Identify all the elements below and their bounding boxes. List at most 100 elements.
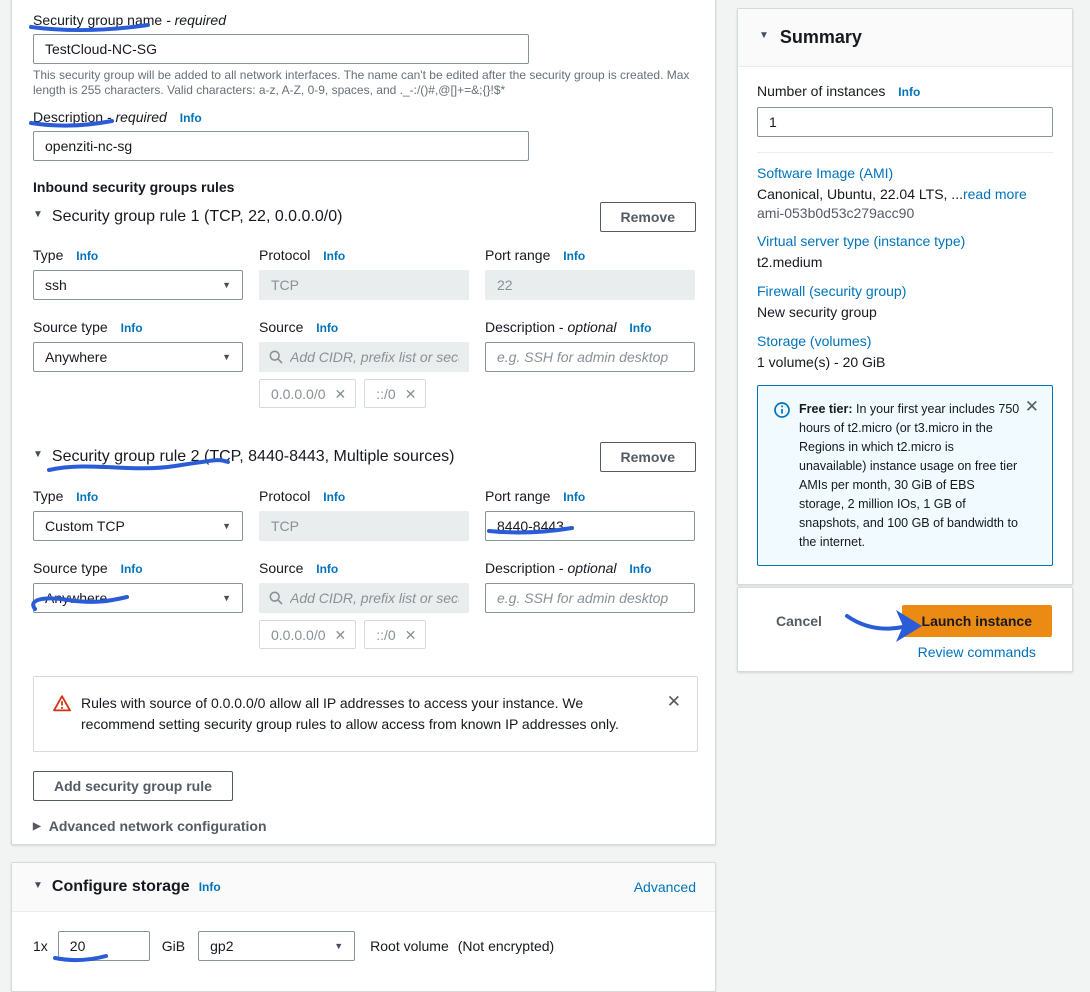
- rule1-title: Security group rule 1 (TCP, 22, 0.0.0.0/…: [52, 208, 343, 226]
- read-more-link[interactable]: read more: [963, 186, 1027, 202]
- rule2-protocol-field: Protocol Info TCP: [259, 488, 469, 541]
- chevron-down-icon: ▼: [222, 521, 231, 531]
- rule2-source-input[interactable]: [290, 590, 459, 606]
- summary-title: Summary: [780, 27, 862, 48]
- rule1-source-input[interactable]: [290, 349, 459, 365]
- firewall-link[interactable]: Firewall (security group): [757, 283, 1053, 299]
- source-info-link[interactable]: Info: [316, 562, 338, 576]
- type-info-link[interactable]: Info: [76, 490, 98, 504]
- root-volume-label: Root volume: [370, 938, 449, 954]
- rule1-protocol-field: Protocol Info TCP: [259, 247, 469, 300]
- number-of-instances-input[interactable]: [757, 107, 1053, 137]
- cidr-chip: 0.0.0.0/0 ✕: [259, 379, 356, 408]
- remove-chip-icon[interactable]: ✕: [405, 387, 417, 401]
- add-security-group-rule-button[interactable]: Add security group rule: [33, 771, 233, 801]
- rule2-grid: Type Info Custom TCP ▼ Protocol Info TCP…: [33, 488, 696, 613]
- network-settings-panel: Security group name - required This secu…: [11, 0, 716, 845]
- gib-unit-label: GiB: [162, 938, 185, 954]
- rule2-source-type-field: Source type Info Anywhere ▼: [33, 560, 243, 613]
- instances-info-link[interactable]: Info: [898, 85, 920, 99]
- rule1-type-field: Type Info ssh ▼: [33, 247, 243, 300]
- rule2-type-select[interactable]: Custom TCP ▼: [33, 511, 243, 541]
- configure-storage-title: Configure storage: [52, 878, 190, 896]
- remove-chip-icon[interactable]: ✕: [335, 628, 347, 642]
- rule1-source-chips: 0.0.0.0/0 ✕ ::/0 ✕: [259, 379, 696, 408]
- required-suffix: - required: [166, 12, 226, 28]
- storage-row: 1x GiB gp2 ▼ Root volume (Not encrypted): [12, 912, 715, 961]
- description-input[interactable]: [33, 131, 529, 161]
- advanced-network-configuration-toggle[interactable]: ▶ Advanced network configuration: [33, 818, 696, 834]
- rule-desc-info-link[interactable]: Info: [629, 562, 651, 576]
- chevron-right-icon: ▶: [33, 821, 41, 832]
- rule2-collapse-icon[interactable]: ▼: [33, 449, 43, 460]
- close-warning-icon[interactable]: ✕: [667, 693, 681, 735]
- summary-header: ▼ Summary: [738, 9, 1072, 67]
- storage-advanced-link[interactable]: Advanced: [634, 879, 696, 895]
- rule2-protocol-readonly: TCP: [259, 511, 469, 541]
- software-image-link[interactable]: Software Image (AMI): [757, 165, 1053, 181]
- rule2-description-field: Description - optional Info: [485, 560, 695, 613]
- source-type-info-link[interactable]: Info: [121, 321, 143, 335]
- summary-body: Number of instances Info Software Image …: [738, 67, 1072, 566]
- rule1-remove-button[interactable]: Remove: [600, 202, 696, 232]
- volume-size-input[interactable]: [58, 931, 150, 961]
- rule1-description-input[interactable]: [485, 342, 695, 372]
- rule2-source-type-select[interactable]: Anywhere ▼: [33, 583, 243, 613]
- security-group-name-input[interactable]: [33, 34, 529, 64]
- description-info-link[interactable]: Info: [180, 111, 202, 125]
- storage-collapse-icon[interactable]: ▼: [33, 880, 43, 891]
- type-info-link[interactable]: Info: [76, 249, 98, 263]
- cidr-chip: ::/0 ✕: [364, 620, 426, 649]
- rule2-header: ▼ Security group rule 2 (TCP, 8440-8443,…: [33, 442, 696, 472]
- summary-panel: ▼ Summary Number of instances Info Softw…: [737, 8, 1073, 585]
- rule1-source-type-select[interactable]: Anywhere ▼: [33, 342, 243, 372]
- rule-desc-info-link[interactable]: Info: [629, 321, 651, 335]
- rule2-description-input[interactable]: [485, 583, 695, 613]
- warning-text: Rules with source of 0.0.0.0/0 allow all…: [81, 693, 641, 735]
- storage-volumes-link[interactable]: Storage (volumes): [757, 333, 1053, 349]
- launch-instance-button[interactable]: Launch instance: [902, 605, 1052, 637]
- rule1-protocol-readonly: TCP: [259, 270, 469, 300]
- close-free-tier-icon[interactable]: ✕: [1025, 398, 1039, 415]
- chevron-down-icon: ▼: [334, 941, 343, 951]
- summary-collapse-icon[interactable]: ▼: [759, 30, 769, 41]
- rule1-source-type-field: Source type Info Anywhere ▼: [33, 319, 243, 372]
- encryption-status-label: (Not encrypted): [458, 938, 554, 954]
- rule2-remove-button[interactable]: Remove: [600, 442, 696, 472]
- protocol-info-link[interactable]: Info: [323, 249, 345, 263]
- search-icon: [269, 591, 283, 605]
- rule1-collapse-icon[interactable]: ▼: [33, 209, 43, 220]
- rule1-port-field: Port range Info 22: [485, 247, 695, 300]
- review-commands-link[interactable]: Review commands: [918, 644, 1036, 660]
- remove-chip-icon[interactable]: ✕: [405, 628, 417, 642]
- software-image-value: Canonical, Ubuntu, 22.04 LTS, ...read mo…: [757, 186, 1053, 202]
- volume-type-select[interactable]: gp2 ▼: [198, 931, 355, 961]
- instance-type-link[interactable]: Virtual server type (instance type): [757, 233, 1053, 249]
- source-info-link[interactable]: Info: [316, 321, 338, 335]
- remove-chip-icon[interactable]: ✕: [335, 387, 347, 401]
- security-group-name-label-text: Security group name: [33, 12, 162, 28]
- info-circle-icon: [774, 402, 790, 418]
- rule1-source-search[interactable]: [259, 342, 469, 372]
- free-tier-notice: Free tier: In your first year includes 7…: [757, 385, 1053, 566]
- storage-volumes-value: 1 volume(s) - 20 GiB: [757, 354, 1053, 370]
- launch-footer-panel: Cancel Launch instance Review commands: [737, 587, 1073, 672]
- storage-info-link[interactable]: Info: [199, 880, 221, 894]
- firewall-value: New security group: [757, 304, 1053, 320]
- description-label: Description - required Info: [33, 109, 696, 127]
- protocol-info-link[interactable]: Info: [323, 490, 345, 504]
- rule2-port-input[interactable]: [485, 511, 695, 541]
- search-icon: [269, 350, 283, 364]
- source-type-info-link[interactable]: Info: [121, 562, 143, 576]
- number-of-instances-label: Number of instances Info: [757, 83, 1053, 101]
- volume-count-label: 1x: [33, 938, 48, 954]
- configure-storage-panel: ▼ Configure storage Info Advanced 1x GiB…: [11, 862, 716, 992]
- chevron-down-icon: ▼: [222, 593, 231, 603]
- rule1-type-select[interactable]: ssh ▼: [33, 270, 243, 300]
- port-info-link[interactable]: Info: [563, 490, 585, 504]
- divider: [757, 152, 1053, 153]
- cancel-button[interactable]: Cancel: [776, 613, 822, 629]
- port-info-link[interactable]: Info: [563, 249, 585, 263]
- warning-triangle-icon: [53, 695, 71, 712]
- rule2-source-search[interactable]: [259, 583, 469, 613]
